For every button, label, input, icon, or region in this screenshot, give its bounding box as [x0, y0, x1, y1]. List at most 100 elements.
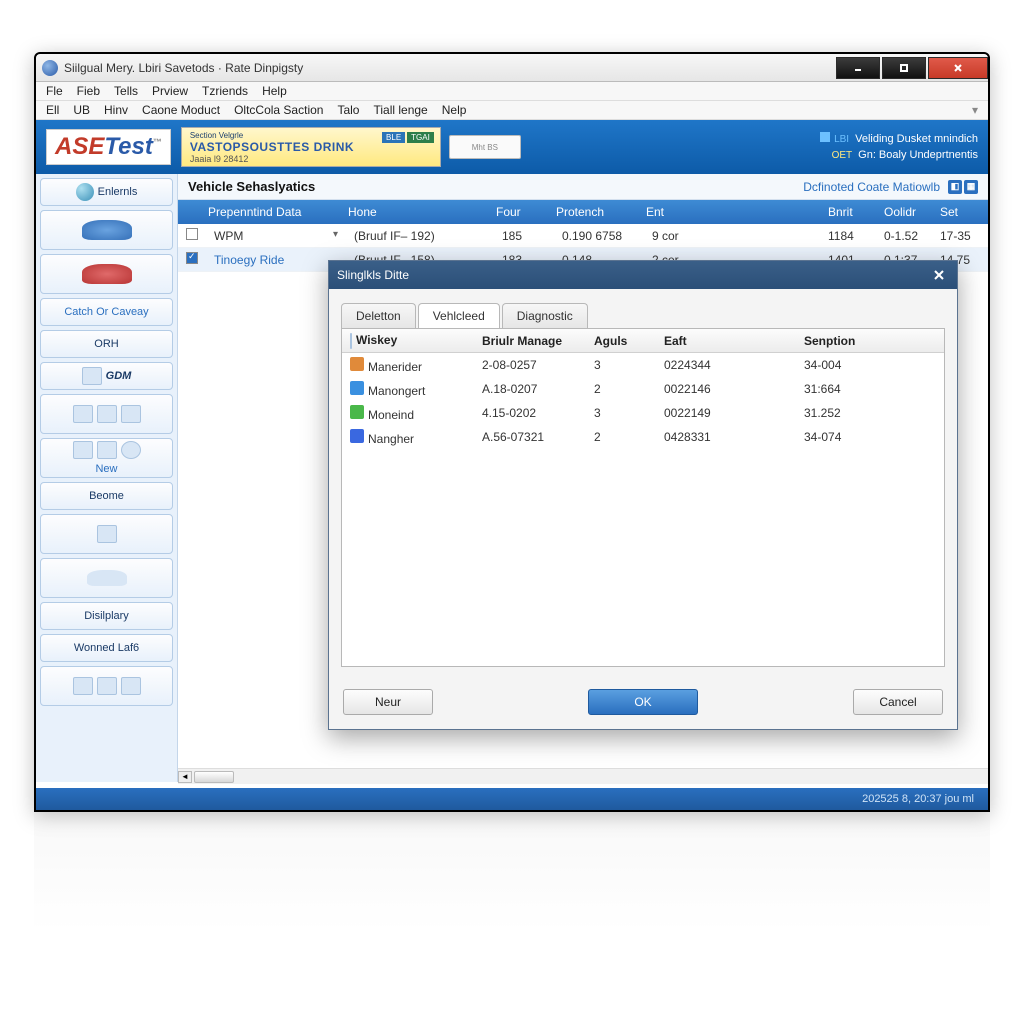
cancel-button[interactable]: Cancel: [853, 689, 943, 715]
folder-icon: [73, 677, 93, 695]
col-four[interactable]: Four: [488, 205, 548, 219]
window-buttons: [834, 57, 988, 79]
col-ent[interactable]: Ent: [638, 205, 698, 219]
table-row[interactable]: WPM (Bruuf IF– 192) 185 0.190 6758 9 cor…: [178, 224, 988, 248]
menu2-caone[interactable]: Caone Moduct: [142, 103, 220, 117]
sidebar-enlernls[interactable]: Enlernls: [40, 178, 173, 206]
menu-help[interactable]: Help: [262, 84, 287, 98]
menu-fieb[interactable]: Fieb: [77, 84, 100, 98]
grid-header: Prepenntind Data Hone Four Protench Ent …: [178, 200, 988, 224]
list-item[interactable]: Manerider 2-08-0257 3 0224344 34-004: [342, 353, 944, 377]
row-checkbox[interactable]: [186, 252, 198, 264]
row-checkbox[interactable]: [186, 228, 198, 240]
row-protench: 0.190 6758: [554, 229, 644, 243]
col-set[interactable]: Set: [932, 205, 988, 219]
sidebar-gdm[interactable]: GDM: [40, 362, 173, 390]
pane-title: Vehicle Sehaslyatics: [188, 179, 315, 194]
pane-right-link[interactable]: Dcfinoted Coate Matiowlb: [803, 180, 940, 194]
sidebar-stack[interactable]: [40, 514, 173, 554]
sidebar-car-blue[interactable]: [40, 210, 173, 250]
col-prepenntind[interactable]: Prepenntind Data: [200, 205, 340, 219]
info-text-1: Veliding Dusket mnindich: [855, 133, 978, 145]
app-window: Siilgual Mery. Lbiri Savetods · Rate Din…: [34, 52, 990, 812]
app-icon: [42, 60, 58, 76]
menu-fle[interactable]: Fle: [46, 84, 63, 98]
item-c4: 31.252: [796, 406, 944, 420]
close-button[interactable]: [928, 57, 988, 79]
menu2-talo[interactable]: Talo: [337, 103, 359, 117]
row-set: 17-35: [932, 229, 988, 243]
menu2-overflow-icon[interactable]: ▾: [972, 103, 978, 117]
item-icon: [350, 381, 364, 395]
dialog: Slinglkls Ditte Deletton Vehlcleed Diagn…: [328, 260, 958, 730]
corner-icon-1[interactable]: ◧: [948, 180, 962, 194]
promo-banner[interactable]: Section Velgrle VASTOPSOUSTTES DRINK Jaa…: [181, 127, 441, 167]
doc-icon: [121, 677, 141, 695]
mcol-wiskey[interactable]: Wiskey: [342, 333, 474, 348]
window-titlebar[interactable]: Siilgual Mery. Lbiri Savetods · Rate Din…: [36, 54, 988, 82]
ok-button[interactable]: OK: [588, 689, 698, 715]
menu2-nelp[interactable]: Nelp: [442, 103, 467, 117]
gauge-widget[interactable]: Mht BS: [449, 135, 521, 159]
row-hone: (Bruuf IF– 192): [346, 229, 494, 243]
sidebar-catch[interactable]: Catch Or Caveay: [40, 298, 173, 326]
sidebar-item-label: Beome: [89, 490, 124, 502]
item-c2: 3: [586, 406, 656, 420]
promo-badges: BLE TGAI: [382, 132, 434, 143]
col-oolidr[interactable]: Oolidr: [876, 205, 932, 219]
item-c3: 0022146: [656, 382, 796, 396]
hand-icon: [97, 677, 117, 695]
row-name[interactable]: Tinoegy Ride: [206, 253, 346, 267]
menu2-ell[interactable]: Ell: [46, 103, 59, 117]
maximize-button[interactable]: [882, 57, 926, 79]
row-bnrit: 1184: [820, 229, 876, 243]
dialog-close-button[interactable]: [929, 266, 949, 284]
sidebar-orh[interactable]: ORH: [40, 330, 173, 358]
scroll-left-arrow[interactable]: ◄: [178, 771, 192, 783]
scroll-thumb[interactable]: [194, 771, 234, 783]
sidebar-beome[interactable]: Beome: [40, 482, 173, 510]
sidebar-new[interactable]: New: [40, 438, 173, 478]
car-red-icon: [82, 264, 132, 284]
dialog-titlebar[interactable]: Slinglkls Ditte: [329, 261, 957, 289]
mcol-briulr[interactable]: Briulr Manage: [474, 334, 586, 348]
col-bnrit[interactable]: Bnrit: [820, 205, 876, 219]
mcol-senption[interactable]: Senption: [796, 334, 944, 348]
promo-badge-1: BLE: [382, 132, 405, 143]
list-item[interactable]: Moneind 4.15-0202 3 0022149 31.252: [342, 401, 944, 425]
minimize-button[interactable]: [836, 57, 880, 79]
mcol-eaft[interactable]: Eaft: [656, 334, 796, 348]
list-item[interactable]: Nangher A.56-07321 2 0428331 34-074: [342, 425, 944, 449]
menu2-ub[interactable]: UB: [73, 103, 90, 117]
globe-icon: [76, 183, 94, 201]
sidebar-car-red[interactable]: [40, 254, 173, 294]
stack-icon: [97, 525, 117, 543]
col-hone[interactable]: Hone: [340, 205, 488, 219]
new-button[interactable]: Neur: [343, 689, 433, 715]
menu2-oltc[interactable]: OltcCola Saction: [234, 103, 323, 117]
logo: ASETest™: [46, 129, 171, 165]
sidebar-wonned[interactable]: Wonned Laf6: [40, 634, 173, 662]
menu-tells[interactable]: Tells: [114, 84, 138, 98]
tab-diagnostic[interactable]: Diagnostic: [502, 303, 588, 328]
list-item[interactable]: Manongert A.18-0207 2 0022146 31:664: [342, 377, 944, 401]
col-protench[interactable]: Protench: [548, 205, 638, 219]
row-name[interactable]: WPM: [206, 229, 346, 243]
corner-icon-2[interactable]: ▦: [964, 180, 978, 194]
menu-prview[interactable]: Prview: [152, 84, 188, 98]
tab-deletion[interactable]: Deletton: [341, 303, 416, 328]
sidebar-car-light[interactable]: [40, 558, 173, 598]
sidebar-row-3[interactable]: [40, 666, 173, 706]
horizontal-scrollbar[interactable]: ◄: [178, 768, 988, 784]
sidebar-row-1[interactable]: [40, 394, 173, 434]
tab-vehicleed[interactable]: Vehlcleed: [418, 303, 500, 328]
dialog-grid-header: Wiskey Briulr Manage Aguls Eaft Senption: [342, 329, 944, 353]
menu2-tiall[interactable]: Tiall lenge: [373, 103, 427, 117]
row-four: 185: [494, 229, 554, 243]
info-text-2: Gn: Boaly Undeprtnentis: [858, 149, 978, 161]
menu-tzriends[interactable]: Tzriends: [202, 84, 248, 98]
mcol-aguls[interactable]: Aguls: [586, 334, 656, 348]
menu2-hinv[interactable]: Hinv: [104, 103, 128, 117]
sidebar-disiplary[interactable]: Disilplary: [40, 602, 173, 630]
item-icon: [350, 429, 364, 443]
